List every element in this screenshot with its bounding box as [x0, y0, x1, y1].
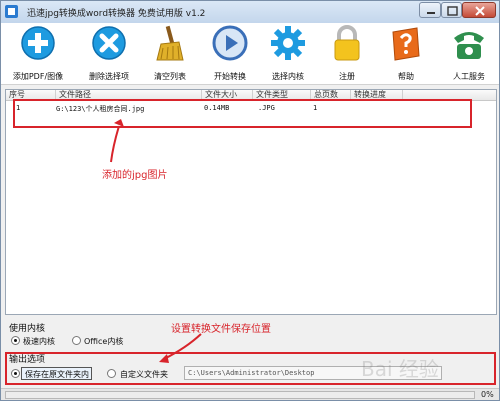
save-original-label[interactable]: 保存在原文件夹内 [25, 369, 89, 380]
progress-bar [5, 391, 475, 399]
arrow-head-jpg [114, 119, 124, 127]
kernel-office-radio[interactable] [72, 336, 81, 345]
kernel-fast-radio[interactable] [11, 336, 20, 345]
annotation-jpg-note: 添加的jpg图片 [102, 170, 168, 181]
save-original-radio[interactable] [11, 369, 20, 378]
watermark: Bai 经验 [361, 357, 439, 381]
kernel-office-label[interactable]: Office内核 [84, 336, 123, 347]
progress-percent: 0% [481, 390, 494, 399]
app-window: 迅速jpg转换成word转换器 免费试用版 v1.2 添加PDF/图像 删除选择… [0, 0, 500, 401]
custom-folder-label[interactable]: 自定义文件夹 [120, 369, 168, 380]
kernel-title: 使用内核 [9, 324, 46, 334]
kernel-fast-label[interactable]: 极速内核 [23, 336, 55, 347]
annotation-save-note: 设置转换文件保存位置 [171, 324, 271, 335]
custom-folder-radio[interactable] [107, 369, 116, 378]
